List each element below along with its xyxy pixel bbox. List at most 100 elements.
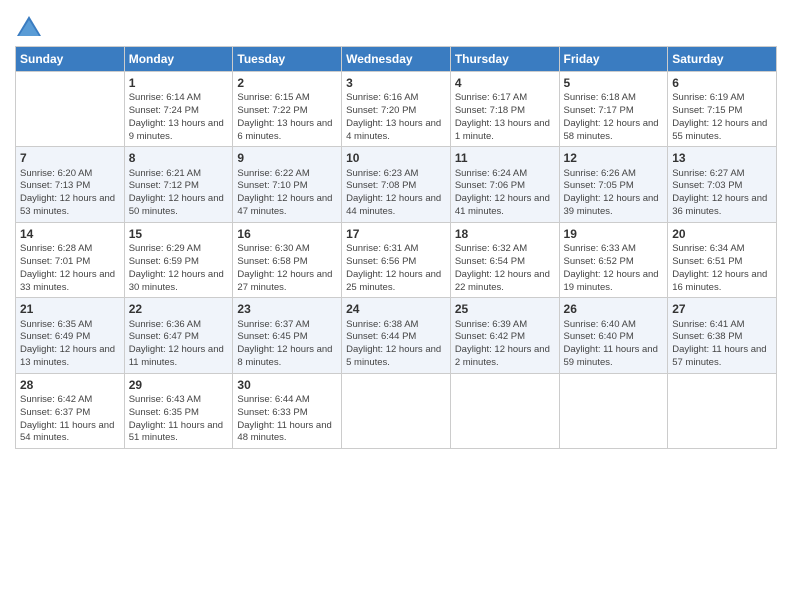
day-cell: 28Sunrise: 6:42 AMSunset: 6:37 PMDayligh… — [16, 373, 125, 448]
day-info: Sunrise: 6:44 AMSunset: 6:33 PMDaylight:… — [237, 394, 337, 445]
day-cell: 12 Sunrise: 6:26 AMSunset: 7:05 PMDayligh… — [559, 147, 668, 222]
day-number: 18 — [455, 226, 555, 242]
day-number: 20 — [672, 226, 772, 242]
day-cell: 9 Sunrise: 6:22 AMSunset: 7:10 PMDaylight… — [233, 147, 342, 222]
page-header — [15, 10, 777, 42]
day-cell: 24 Sunrise: 6:38 AMSunset: 6:44 PMDayligh… — [342, 298, 451, 373]
day-number: 26 — [564, 301, 664, 317]
day-number: 19 — [564, 226, 664, 242]
day-number: 2 — [237, 75, 337, 91]
day-header-thursday: Thursday — [450, 47, 559, 72]
day-cell: 2Sunrise: 6:15 AMSunset: 7:22 PMDaylight… — [233, 72, 342, 147]
day-info: Sunrise: 6:27 AMSunset: 7:03 PMDaylight:… — [672, 168, 772, 219]
day-cell: 4Sunrise: 6:17 AMSunset: 7:18 PMDaylight… — [450, 72, 559, 147]
day-number: 7 — [20, 150, 120, 166]
day-info: Sunrise: 6:38 AMSunset: 6:44 PMDaylight:… — [346, 319, 446, 370]
day-info: Sunrise: 6:21 AMSunset: 7:12 PMDaylight:… — [129, 168, 229, 219]
day-info: Sunrise: 6:26 AMSunset: 7:05 PMDaylight:… — [564, 168, 664, 219]
day-header-monday: Monday — [124, 47, 233, 72]
day-info: Sunrise: 6:20 AMSunset: 7:13 PMDaylight:… — [20, 168, 120, 219]
day-cell: 11Sunrise: 6:24 AMSunset: 7:06 PMDayligh… — [450, 147, 559, 222]
day-header-wednesday: Wednesday — [342, 47, 451, 72]
day-cell: 10 Sunrise: 6:23 AMSunset: 7:08 PMDayligh… — [342, 147, 451, 222]
day-number: 4 — [455, 75, 555, 91]
day-info: Sunrise: 6:43 AMSunset: 6:35 PMDaylight:… — [129, 394, 229, 445]
day-info: Sunrise: 6:39 AMSunset: 6:42 PMDaylight:… — [455, 319, 555, 370]
day-number: 17 — [346, 226, 446, 242]
day-number: 22 — [129, 301, 229, 317]
day-cell: 25 Sunrise: 6:39 AMSunset: 6:42 PMDayligh… — [450, 298, 559, 373]
day-cell: 30Sunrise: 6:44 AMSunset: 6:33 PMDayligh… — [233, 373, 342, 448]
day-info: Sunrise: 6:41 AMSunset: 6:38 PMDaylight:… — [672, 319, 772, 370]
day-number: 6 — [672, 75, 772, 91]
day-cell — [668, 373, 777, 448]
day-info: Sunrise: 6:28 AMSunset: 7:01 PMDaylight:… — [20, 243, 120, 294]
day-cell — [450, 373, 559, 448]
day-cell: 20Sunrise: 6:34 AMSunset: 6:51 PMDayligh… — [668, 222, 777, 297]
day-number: 25 — [455, 301, 555, 317]
day-cell — [16, 72, 125, 147]
day-number: 11 — [455, 150, 555, 166]
day-number: 27 — [672, 301, 772, 317]
day-number: 23 — [237, 301, 337, 317]
day-info: Sunrise: 6:35 AMSunset: 6:49 PMDaylight:… — [20, 319, 120, 370]
day-cell: 17Sunrise: 6:31 AMSunset: 6:56 PMDayligh… — [342, 222, 451, 297]
day-number: 10 — [346, 150, 446, 166]
day-info: Sunrise: 6:19 AMSunset: 7:15 PMDaylight:… — [672, 92, 772, 143]
day-info: Sunrise: 6:34 AMSunset: 6:51 PMDaylight:… — [672, 243, 772, 294]
day-number: 9 — [237, 150, 337, 166]
day-cell: 27 Sunrise: 6:41 AMSunset: 6:38 PMDayligh… — [668, 298, 777, 373]
day-cell — [342, 373, 451, 448]
day-cell: 15Sunrise: 6:29 AMSunset: 6:59 PMDayligh… — [124, 222, 233, 297]
day-cell: 19Sunrise: 6:33 AMSunset: 6:52 PMDayligh… — [559, 222, 668, 297]
day-cell: 21 Sunrise: 6:35 AMSunset: 6:49 PMDayligh… — [16, 298, 125, 373]
day-cell — [559, 373, 668, 448]
day-cell: 8Sunrise: 6:21 AMSunset: 7:12 PMDaylight… — [124, 147, 233, 222]
day-number: 12 — [564, 150, 664, 166]
day-number: 13 — [672, 150, 772, 166]
day-cell: 18Sunrise: 6:32 AMSunset: 6:54 PMDayligh… — [450, 222, 559, 297]
day-info: Sunrise: 6:36 AMSunset: 6:47 PMDaylight:… — [129, 319, 229, 370]
day-info: Sunrise: 6:23 AMSunset: 7:08 PMDaylight:… — [346, 168, 446, 219]
day-number: 30 — [237, 377, 337, 393]
logo-icon — [15, 14, 43, 42]
day-info: Sunrise: 6:31 AMSunset: 6:56 PMDaylight:… — [346, 243, 446, 294]
week-row-2: 7 Sunrise: 6:20 AMSunset: 7:13 PMDaylight… — [16, 147, 777, 222]
day-header-saturday: Saturday — [668, 47, 777, 72]
day-info: Sunrise: 6:30 AMSunset: 6:58 PMDaylight:… — [237, 243, 337, 294]
day-info: Sunrise: 6:29 AMSunset: 6:59 PMDaylight:… — [129, 243, 229, 294]
day-number: 28 — [20, 377, 120, 393]
day-cell: 5Sunrise: 6:18 AMSunset: 7:17 PMDaylight… — [559, 72, 668, 147]
day-info: Sunrise: 6:14 AMSunset: 7:24 PMDaylight:… — [129, 92, 229, 143]
day-number: 15 — [129, 226, 229, 242]
day-header-sunday: Sunday — [16, 47, 125, 72]
day-info: Sunrise: 6:17 AMSunset: 7:18 PMDaylight:… — [455, 92, 555, 143]
week-row-5: 28Sunrise: 6:42 AMSunset: 6:37 PMDayligh… — [16, 373, 777, 448]
day-header-tuesday: Tuesday — [233, 47, 342, 72]
day-info: Sunrise: 6:22 AMSunset: 7:10 PMDaylight:… — [237, 168, 337, 219]
day-cell: 13 Sunrise: 6:27 AMSunset: 7:03 PMDayligh… — [668, 147, 777, 222]
day-number: 29 — [129, 377, 229, 393]
day-info: Sunrise: 6:33 AMSunset: 6:52 PMDaylight:… — [564, 243, 664, 294]
day-number: 14 — [20, 226, 120, 242]
day-cell: 16Sunrise: 6:30 AMSunset: 6:58 PMDayligh… — [233, 222, 342, 297]
day-number: 1 — [129, 75, 229, 91]
day-info: Sunrise: 6:40 AMSunset: 6:40 PMDaylight:… — [564, 319, 664, 370]
day-info: Sunrise: 6:42 AMSunset: 6:37 PMDaylight:… — [20, 394, 120, 445]
logo — [15, 14, 47, 42]
day-number: 5 — [564, 75, 664, 91]
day-info: Sunrise: 6:15 AMSunset: 7:22 PMDaylight:… — [237, 92, 337, 143]
day-cell: 7 Sunrise: 6:20 AMSunset: 7:13 PMDaylight… — [16, 147, 125, 222]
day-number: 16 — [237, 226, 337, 242]
header-row: SundayMondayTuesdayWednesdayThursdayFrid… — [16, 47, 777, 72]
day-cell: 3Sunrise: 6:16 AMSunset: 7:20 PMDaylight… — [342, 72, 451, 147]
day-header-friday: Friday — [559, 47, 668, 72]
day-cell: 6Sunrise: 6:19 AMSunset: 7:15 PMDaylight… — [668, 72, 777, 147]
week-row-1: 1Sunrise: 6:14 AMSunset: 7:24 PMDaylight… — [16, 72, 777, 147]
day-number: 21 — [20, 301, 120, 317]
calendar-table: SundayMondayTuesdayWednesdayThursdayFrid… — [15, 46, 777, 449]
day-number: 24 — [346, 301, 446, 317]
day-info: Sunrise: 6:37 AMSunset: 6:45 PMDaylight:… — [237, 319, 337, 370]
day-cell: 26 Sunrise: 6:40 AMSunset: 6:40 PMDayligh… — [559, 298, 668, 373]
day-cell: 29Sunrise: 6:43 AMSunset: 6:35 PMDayligh… — [124, 373, 233, 448]
